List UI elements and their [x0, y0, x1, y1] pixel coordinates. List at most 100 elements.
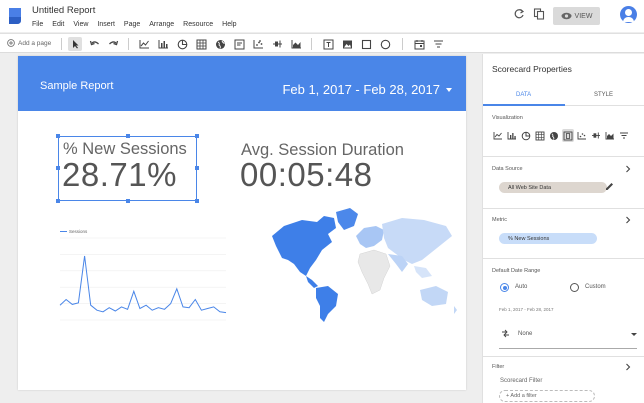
metric-chip[interactable]: % New Sessions	[499, 233, 597, 244]
menu-arrange[interactable]: Arrange	[149, 21, 174, 28]
viz-scorecard-icon[interactable]	[562, 129, 574, 142]
viz-area-icon[interactable]	[604, 129, 616, 142]
resize-handle[interactable]	[56, 166, 60, 170]
scatter-chart-icon[interactable]	[251, 37, 265, 51]
select-tool-icon[interactable]	[68, 37, 82, 51]
resize-handle[interactable]	[195, 166, 199, 170]
undo-icon[interactable]	[87, 37, 101, 51]
rectangle-tool-icon[interactable]	[359, 37, 373, 51]
text-tool-icon[interactable]	[321, 37, 335, 51]
radio-custom[interactable]	[570, 283, 579, 292]
properties-panel: Scorecard Properties DATA STYLE Visualiz…	[482, 54, 644, 403]
resize-handle[interactable]	[56, 199, 60, 203]
comparison-dropdown-underline	[499, 348, 637, 349]
map-region-greenland	[336, 208, 358, 230]
viz-pie-icon[interactable]	[520, 129, 532, 142]
report-canvas[interactable]: Sample Report Feb 1, 2017 - Feb 28, 2017…	[18, 56, 466, 390]
date-range-control[interactable]: Feb 1, 2017 - Feb 28, 2017	[282, 82, 452, 97]
series-line-sessions[interactable]	[59, 255, 227, 314]
scorecard-filter-label: Scorecard Filter	[500, 378, 543, 384]
map-region-new-zealand	[454, 306, 457, 314]
geo-map-icon[interactable]	[213, 37, 227, 51]
top-bar: Untitled Report File Edit View Insert Pa…	[0, 0, 644, 32]
menu-view[interactable]: View	[73, 21, 88, 28]
radio-auto[interactable]	[500, 283, 509, 292]
resize-handle[interactable]	[126, 199, 130, 203]
pie-chart-icon[interactable]	[175, 37, 189, 51]
add-page-button[interactable]: Add a page	[7, 39, 51, 47]
geo-map-chart[interactable]	[262, 206, 462, 324]
account-avatar[interactable]	[620, 6, 637, 23]
sessions-time-series-chart[interactable]	[58, 234, 228, 324]
bar-chart-icon[interactable]	[156, 37, 170, 51]
report-header-title[interactable]: Sample Report	[40, 80, 113, 92]
view-button-label: VIEW	[574, 12, 593, 20]
map-region-central-america	[306, 276, 318, 288]
tab-data[interactable]: DATA	[516, 92, 531, 98]
menu-resource[interactable]: Resource	[183, 21, 213, 28]
map-region-southeast-asia	[414, 266, 432, 278]
map-region-africa	[357, 249, 391, 295]
menu-edit[interactable]: Edit	[52, 21, 64, 28]
resize-handle[interactable]	[195, 134, 199, 138]
data-studio-logo	[9, 8, 21, 24]
image-tool-icon[interactable]	[340, 37, 354, 51]
tab-style[interactable]: STYLE	[594, 92, 613, 98]
panel-tabs: DATA STYLE	[483, 84, 644, 106]
add-filter-label: + Add a filter	[506, 393, 537, 399]
date-range-control-icon[interactable]	[412, 37, 426, 51]
viz-geo-map-icon[interactable]	[548, 129, 560, 142]
viz-scatter-icon[interactable]	[576, 129, 588, 142]
view-button[interactable]: VIEW	[553, 7, 600, 25]
viz-bullet-icon[interactable]	[590, 129, 602, 142]
radio-custom-label: Custom	[585, 284, 606, 290]
viz-bar-icon[interactable]	[506, 129, 518, 142]
menu-file[interactable]: File	[32, 21, 43, 28]
circle-tool-icon[interactable]	[378, 37, 392, 51]
add-circle-icon	[7, 39, 15, 47]
data-source-value: All Web Site Data	[508, 184, 552, 191]
report-title[interactable]: Untitled Report	[32, 5, 95, 16]
report-header[interactable]: Sample Report Feb 1, 2017 - Feb 28, 2017	[18, 56, 466, 111]
caret-down-icon	[446, 87, 452, 92]
visualization-label: Visualization	[492, 115, 523, 121]
copy-icon[interactable]	[533, 8, 545, 20]
chevron-right-icon[interactable]	[624, 363, 632, 371]
menu-help[interactable]: Help	[222, 21, 236, 28]
data-source-chip[interactable]: All Web Site Data	[499, 182, 607, 193]
bullet-chart-icon[interactable]	[270, 37, 284, 51]
metric-value: % New Sessions	[508, 235, 550, 242]
viz-table-icon[interactable]	[534, 129, 546, 142]
resize-handle[interactable]	[56, 134, 60, 138]
resize-handle[interactable]	[195, 199, 199, 203]
viz-pivot-icon[interactable]	[618, 129, 630, 142]
chevron-right-icon[interactable]	[624, 165, 632, 173]
scorecard-value: 00:05:48	[240, 156, 373, 193]
time-series-icon[interactable]	[137, 37, 151, 51]
table-icon[interactable]	[194, 37, 208, 51]
add-filter-button[interactable]: + Add a filter	[499, 390, 595, 402]
data-source-label: Data Source	[492, 166, 523, 172]
eye-icon	[561, 12, 572, 20]
active-tab-indicator	[483, 104, 565, 106]
viz-time-series-icon[interactable]	[492, 129, 504, 142]
visualization-picker	[492, 129, 642, 143]
dropdown-caret-icon[interactable]	[631, 333, 637, 336]
metric-label: Metric	[492, 217, 507, 223]
chevron-right-icon[interactable]	[624, 216, 632, 224]
map-region-south-america	[316, 286, 338, 322]
scorecard-icon[interactable]	[232, 37, 246, 51]
filter-control-icon[interactable]	[431, 37, 445, 51]
toolbar: Add a page	[0, 33, 644, 53]
scorecard-value: 28.71%	[62, 156, 177, 193]
legend-swatch	[60, 231, 67, 232]
edit-pencil-icon[interactable]	[604, 181, 615, 192]
refresh-icon[interactable]	[513, 8, 525, 20]
date-range-label: Default Date Range	[492, 268, 541, 274]
menu-page[interactable]: Page	[124, 21, 140, 28]
redo-icon[interactable]	[106, 37, 120, 51]
area-chart-icon[interactable]	[289, 37, 303, 51]
resize-handle[interactable]	[126, 134, 130, 138]
comparison-value[interactable]: None	[518, 331, 532, 337]
menu-insert[interactable]: Insert	[97, 21, 115, 28]
